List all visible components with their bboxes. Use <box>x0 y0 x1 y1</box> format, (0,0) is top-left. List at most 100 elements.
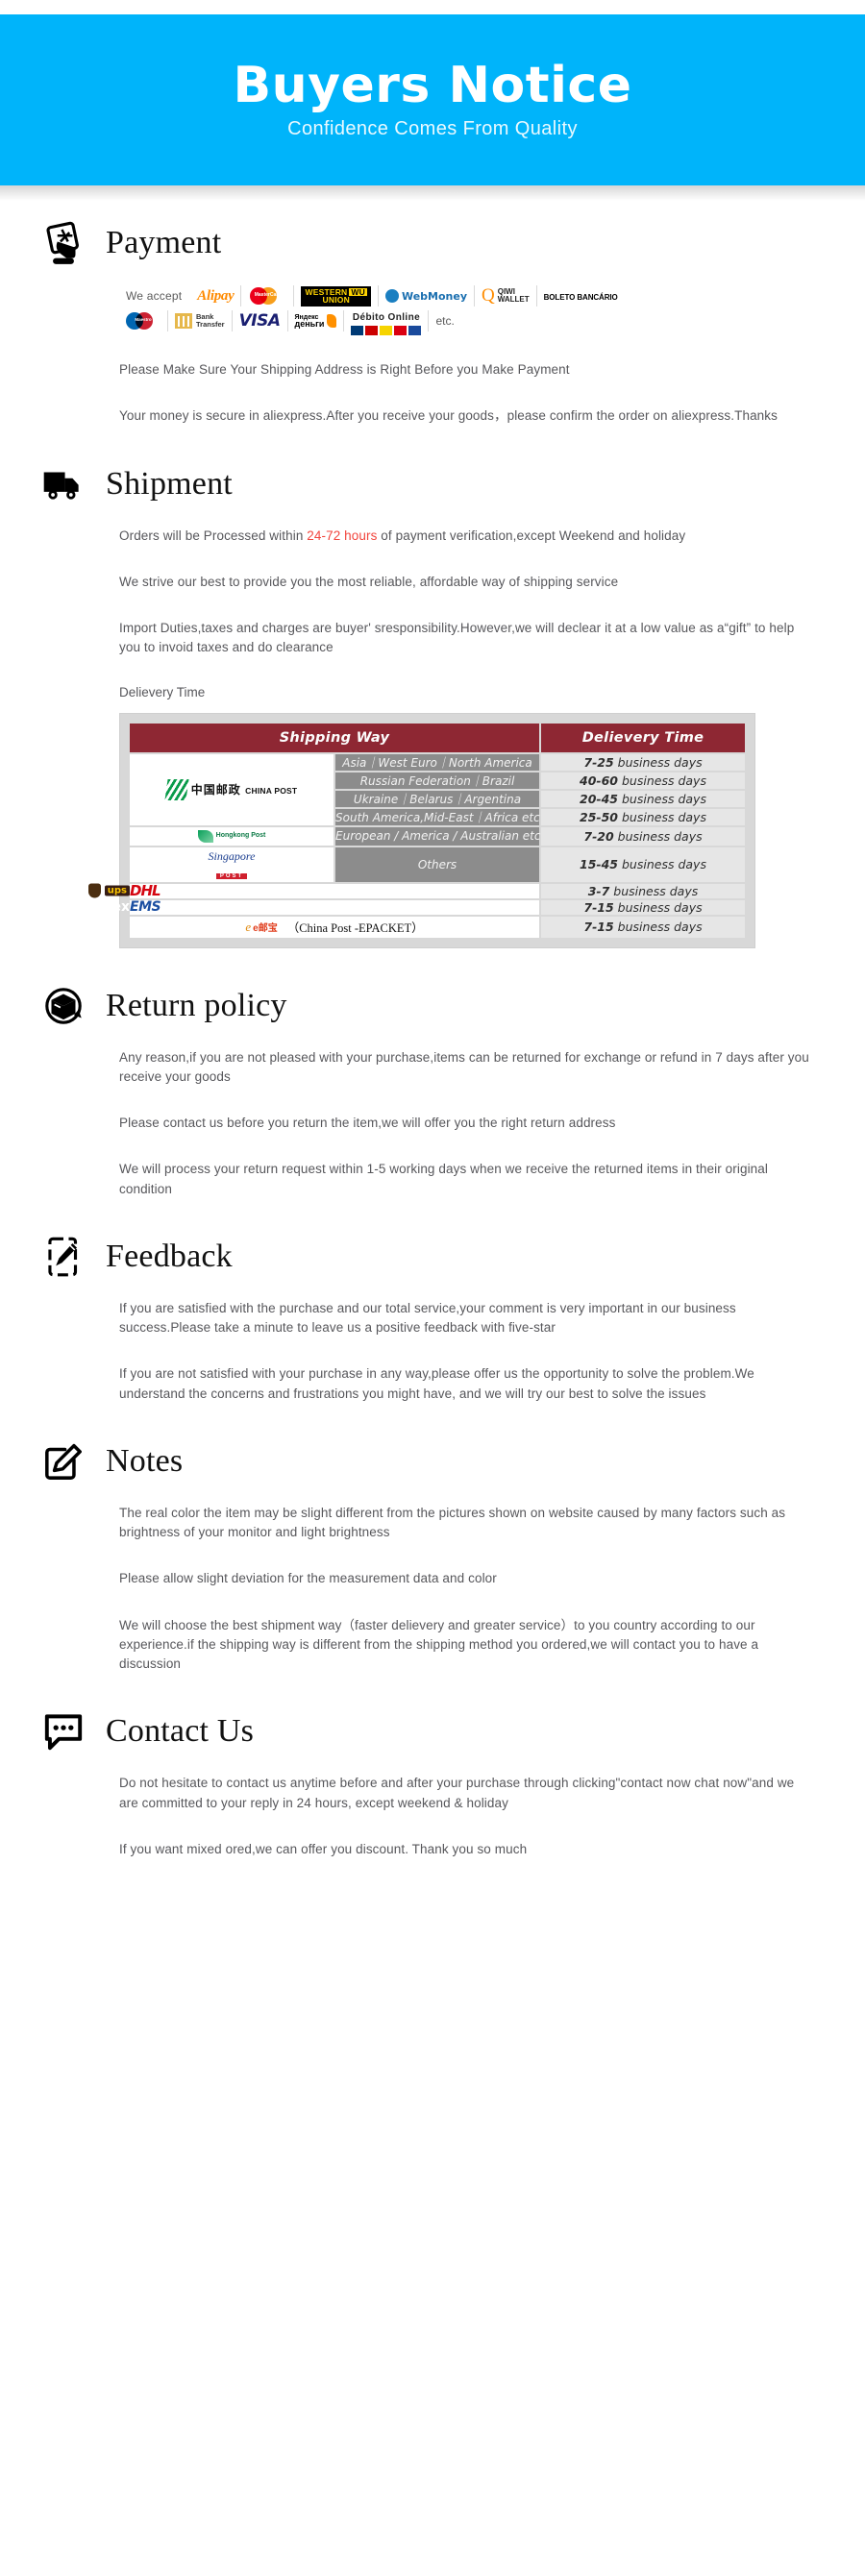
days-range: 7-15 <box>583 920 614 934</box>
route-cell: Ukraine｜Belarus｜Argentina <box>335 790 539 807</box>
shipment-p1-post: of payment verification,except Weekend a… <box>377 527 686 543</box>
notes-paragraph-1: The real color the item may be slight di… <box>119 1505 786 1539</box>
return-policy-paragraph-2: Please contact us before you return the … <box>119 1116 616 1130</box>
payment-body: We accept Alipay MasterCard WESTERN WU UNI… <box>0 285 865 427</box>
hongkong-post-label: Hongkong Post <box>215 832 266 840</box>
feedback-body: If you are satisfied with the purchase a… <box>0 1299 865 1404</box>
qiwi-wallet-logo: Q QIWI WALLET <box>475 285 537 307</box>
we-accept-label: We accept <box>126 289 183 303</box>
notes-title: Notes <box>106 1442 184 1479</box>
feedback-header: Feedback <box>0 1232 865 1282</box>
days-unit: business days <box>622 791 706 806</box>
payment-logo-row-1: We accept Alipay MasterCard WESTERN WU UNI… <box>119 285 812 307</box>
days-unit: business days <box>617 899 703 915</box>
days-unit: business days <box>622 809 706 824</box>
days-range: 7-20 <box>583 828 614 844</box>
days-cell: 7-25 business days <box>541 753 745 771</box>
days-cell: 40-60 business days <box>541 772 745 789</box>
contact-us-body: Do not hesitate to contact us anytime be… <box>0 1774 865 1859</box>
feedback-title: Feedback <box>106 1238 233 1274</box>
payment-paragraph-2: Your money is secure in aliexpress.After… <box>119 408 778 424</box>
table-header-row: Shipping Way Delievery Time <box>130 723 745 752</box>
shipment-paragraph-2: We strive our best to provide you the mo… <box>119 574 619 589</box>
route-cell: South America,Mid-East｜Africa etc <box>335 808 540 825</box>
carrier-ems-aramex: EMS aramex <box>73 899 539 915</box>
china-post-en-label: CHINA POST <box>245 785 298 796</box>
epacket-e-icon: e <box>245 919 252 934</box>
table-row: Singapore POST Others 15-45 business day… <box>130 846 745 882</box>
days-range: 7-25 <box>583 754 614 770</box>
payment-logo-row-2: Maestro Bank Transfer VISA Яндекс деньги D… <box>119 310 812 335</box>
contact-us-paragraph-1: Do not hesitate to contact us anytime be… <box>119 1776 795 1810</box>
yandex-money-logo: Яндекс деньги <box>288 310 345 331</box>
hongkong-post-icon <box>197 829 213 843</box>
mastercard-logo: MasterCard <box>241 285 295 307</box>
days-cell: 20-45 business days <box>541 790 745 807</box>
section-contact-us: Contact Us Do not hesitate to contact us… <box>0 1706 865 1859</box>
hand-holding-card-icon <box>38 218 88 268</box>
delivery-time-table: Shipping Way Delievery Time 中国邮政 CHINA P… <box>73 722 747 940</box>
carrier-epacket: e e邮宝 （China Post -EPACKET） <box>130 916 539 938</box>
alipay-logo: Alipay <box>190 285 242 307</box>
boleto-bancario-logo: BOLETO BANCÁRIO <box>543 293 618 302</box>
days-cell: 3-7 business days <box>541 883 745 898</box>
days-cell: 7-15 business days <box>541 899 745 915</box>
page-subtitle: Confidence Comes From Quality <box>287 117 578 139</box>
china-post-cn-label: 中国邮政 <box>190 782 241 797</box>
days-unit: business days <box>617 920 703 934</box>
return-policy-paragraph-3: We will process your return request with… <box>119 1162 768 1196</box>
days-range: 15-45 <box>580 857 619 871</box>
section-notes: Notes The real color the item may be sli… <box>0 1436 865 1675</box>
epacket-text-label: （China Post -EPACKET） <box>286 921 424 935</box>
payment-title: Payment <box>106 225 222 260</box>
route-cell: European / America / Australian etc <box>335 826 540 846</box>
payment-methods: We accept Alipay MasterCard WESTERN WU UNI… <box>119 285 812 335</box>
shipment-p1-pre: Orders will be Processed within <box>119 527 308 543</box>
days-range: 20-45 <box>580 791 619 806</box>
edit-square-icon <box>38 1436 88 1486</box>
webmoney-logo: WebMoney <box>379 285 475 307</box>
epacket-mark-label: e邮宝 <box>253 923 278 934</box>
days-range: 40-60 <box>580 773 619 788</box>
shipment-paragraph-3: Import Duties,taxes and charges are buye… <box>119 621 795 655</box>
days-unit: business days <box>617 828 703 844</box>
notes-paragraph-3: We will choose the best shipment way（fas… <box>119 1617 759 1672</box>
table-row: Hongkong Post European / America / Austr… <box>130 826 745 846</box>
page-title: Buyers Notice <box>233 57 632 115</box>
chat-bubble-icon <box>38 1706 88 1756</box>
shipment-paragraph-1: Orders will be Processed within 24-72 ho… <box>119 527 812 546</box>
route-cell: Russian Federation｜Brazil <box>335 772 539 789</box>
carrier-china-post: 中国邮政 CHINA POST <box>130 753 334 825</box>
banner-wrapper: Buyers Notice Confidence Comes From Qual… <box>0 0 865 201</box>
days-unit: business days <box>622 857 706 871</box>
payment-paragraph-1: Please Make Sure Your Shipping Address i… <box>119 362 570 377</box>
pencil-note-icon <box>38 1232 88 1282</box>
days-unit: business days <box>617 754 703 770</box>
days-cell: 7-20 business days <box>541 826 745 846</box>
return-policy-body: Any reason,if you are not pleased with y… <box>0 1048 865 1199</box>
payment-header: Payment <box>0 218 865 268</box>
notes-body: The real color the item may be slight di… <box>0 1504 865 1675</box>
bank-transfer-logo: Bank Transfer <box>168 310 233 331</box>
section-shipment: Shipment Orders will be Processed within… <box>0 459 865 948</box>
header-shipping-way: Shipping Way <box>130 723 539 752</box>
feedback-paragraph-1: If you are satisfied with the purchase a… <box>119 1300 736 1335</box>
days-cell: 15-45 business days <box>541 846 745 882</box>
shipment-processing-time: 24-72 hours <box>307 527 378 543</box>
box-return-icon <box>38 981 88 1031</box>
maestro-logo: Maestro <box>119 310 168 331</box>
delivery-time-table-wrapper: Shipping Way Delievery Time 中国邮政 CHINA P… <box>73 712 755 948</box>
truck-icon <box>38 459 88 509</box>
days-range: 25-50 <box>580 809 619 824</box>
days-cell: 7-15 business days <box>541 916 745 938</box>
days-cell: 25-50 business days <box>541 808 745 825</box>
header-delivery-time: Delievery Time <box>541 723 745 752</box>
table-row: DHL ups 3-7 business days <box>87 882 745 899</box>
debito-online-logo: Débito Online <box>344 310 430 335</box>
table-row: 中国邮政 CHINA POST Asia｜West Euro｜North Ame… <box>130 753 745 825</box>
return-policy-paragraph-1: Any reason,if you are not pleased with y… <box>119 1049 809 1084</box>
notes-header: Notes <box>0 1436 865 1486</box>
singapore-post-sub-label: POST <box>215 872 248 879</box>
table-row: e e邮宝 （China Post -EPACKET） 7-15 busines… <box>130 916 745 938</box>
carrier-hongkong-post: Hongkong Post <box>130 826 334 846</box>
